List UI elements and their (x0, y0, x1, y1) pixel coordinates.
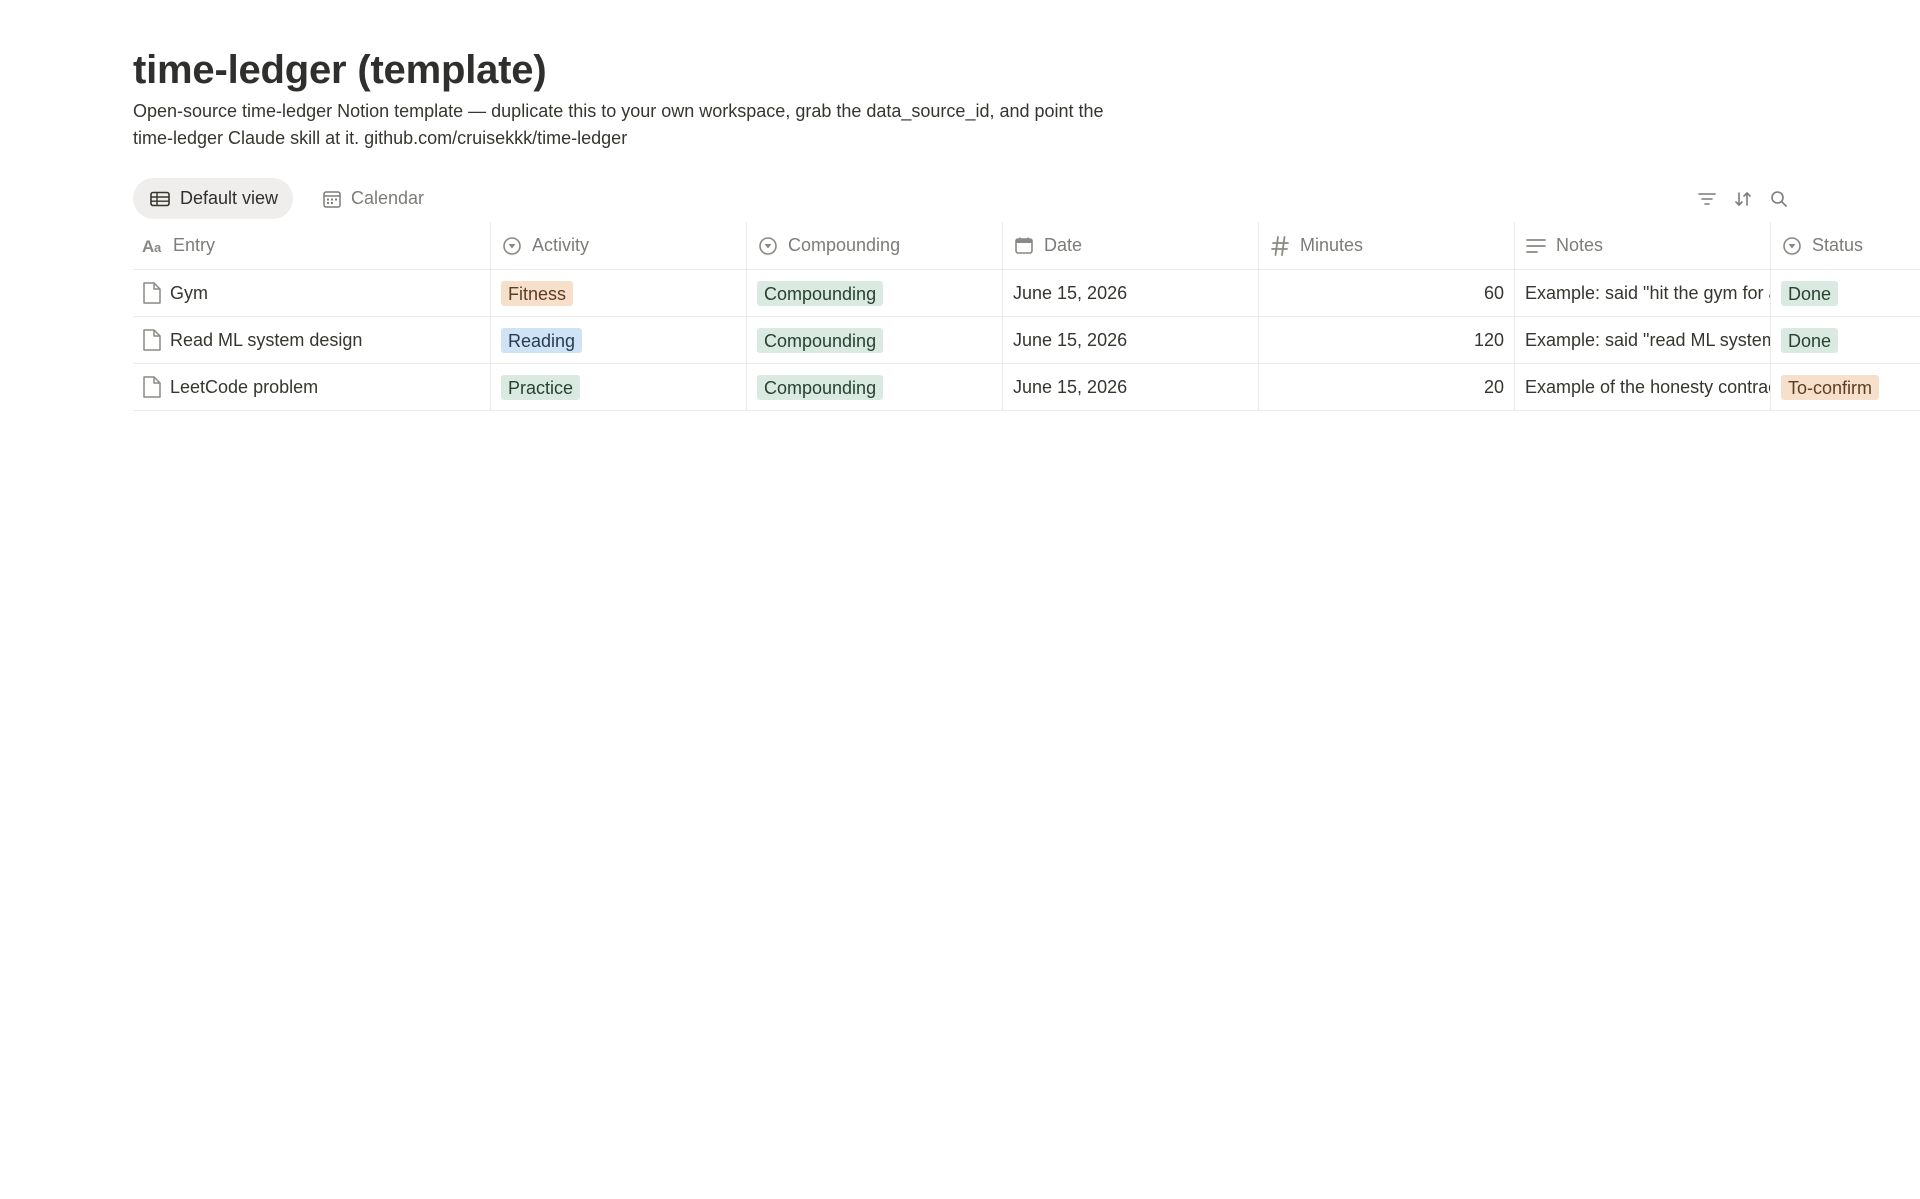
compounding-cell[interactable]: Compounding (747, 270, 1003, 316)
tab-default-view[interactable]: Default view (133, 178, 294, 219)
minutes-cell[interactable]: 20 (1259, 364, 1515, 410)
notes-cell[interactable]: Example: said "read ML system (1515, 317, 1771, 363)
status-tag: To-confirm (1781, 374, 1880, 400)
sort-icon[interactable] (1732, 188, 1754, 210)
column-header-compounding[interactable]: Compounding (747, 222, 1003, 269)
date-cell[interactable]: June 15, 2026 (1003, 317, 1259, 363)
minutes-cell[interactable]: 60 (1259, 270, 1515, 316)
page-description[interactable]: Open-source time-ledger Notion template … (133, 98, 1133, 152)
column-header-activity[interactable]: Activity (491, 222, 747, 269)
activity-tag: Practice (501, 374, 581, 400)
compounding-cell[interactable]: Compounding (747, 317, 1003, 363)
column-header-label: Status (1812, 235, 1864, 255)
minutes-cell[interactable]: 120 (1259, 317, 1515, 363)
compounding-tag: Compounding (757, 327, 884, 353)
column-header-date[interactable]: Date (1003, 222, 1259, 269)
tab-default-view-label: Default view (180, 188, 279, 208)
minutes-value: 60 (1483, 282, 1504, 303)
calendar-icon (1013, 237, 1035, 255)
date-value: June 15, 2026 (1013, 329, 1128, 350)
status-tag: Done (1781, 280, 1839, 306)
date-value: June 15, 2026 (1013, 282, 1128, 303)
tab-calendar-label: Calendar (351, 188, 425, 208)
select-icon (1781, 236, 1803, 255)
entry-title: Gym (170, 282, 208, 303)
table-row[interactable]: Gym Fitness Compounding June 15, 2026 60… (133, 270, 1920, 317)
tab-calendar[interactable]: Calendar (311, 178, 436, 219)
date-cell[interactable]: June 15, 2026 (1003, 270, 1259, 316)
entry-cell[interactable]: Read ML system design (133, 317, 491, 363)
filter-icon[interactable] (1696, 188, 1718, 210)
column-header-label: Minutes (1300, 235, 1364, 255)
database-table: A a Entry Activity Compounding Date Minu… (133, 222, 1920, 411)
status-cell[interactable]: Done (1771, 317, 1920, 363)
entry-cell[interactable]: LeetCode problem (133, 364, 491, 410)
column-header-label: Notes (1556, 235, 1604, 255)
table-header: A a Entry Activity Compounding Date Minu… (133, 222, 1920, 270)
column-header-minutes[interactable]: Minutes (1259, 222, 1515, 269)
status-cell[interactable]: Done (1771, 270, 1920, 316)
title-icon: A a (142, 238, 164, 254)
column-header-label: Activity (532, 235, 590, 255)
date-value: June 15, 2026 (1013, 376, 1128, 397)
activity-cell[interactable]: Fitness (491, 270, 747, 316)
page-icon (142, 328, 162, 352)
notes-value: Example: said "read ML system (1525, 329, 1771, 350)
database-toolbar (1696, 178, 1790, 219)
column-header-label: Entry (173, 235, 216, 255)
number-icon (1269, 235, 1291, 256)
svg-text:A: A (142, 238, 154, 254)
compounding-cell[interactable]: Compounding (747, 364, 1003, 410)
compounding-tag: Compounding (757, 374, 884, 400)
minutes-value: 20 (1483, 376, 1504, 397)
page-icon (142, 375, 162, 399)
minutes-value: 120 (1473, 329, 1504, 350)
entry-title: Read ML system design (170, 329, 363, 350)
column-header-notes[interactable]: Notes (1515, 222, 1771, 269)
notes-cell[interactable]: Example of the honesty contrac (1515, 364, 1771, 410)
page: time-ledger (template) Open-source time-… (133, 0, 1920, 1199)
notes-value: Example of the honesty contrac (1525, 376, 1771, 397)
text-icon (1525, 238, 1547, 254)
svg-text:a: a (154, 240, 162, 254)
status-cell[interactable]: To-confirm (1771, 364, 1920, 410)
select-icon (501, 236, 523, 255)
activity-cell[interactable]: Reading (491, 317, 747, 363)
view-bar: Default view Calendar (133, 178, 1920, 219)
date-cell[interactable]: June 15, 2026 (1003, 364, 1259, 410)
entry-cell[interactable]: Gym (133, 270, 491, 316)
notes-value: Example: said "hit the gym for a (1525, 282, 1771, 303)
notes-cell[interactable]: Example: said "hit the gym for a (1515, 270, 1771, 316)
page-icon (142, 281, 162, 305)
column-header-status[interactable]: Status (1771, 222, 1920, 269)
column-header-label: Compounding (788, 235, 901, 255)
table-icon (150, 191, 170, 207)
table-row[interactable]: LeetCode problem Practice Compounding Ju… (133, 364, 1920, 411)
column-header-label: Date (1044, 235, 1083, 255)
calendar-icon (323, 190, 341, 208)
column-header-entry[interactable]: A a Entry (133, 222, 491, 269)
page-title[interactable]: time-ledger (template) (133, 44, 547, 96)
table-row[interactable]: Read ML system design Reading Compoundin… (133, 317, 1920, 364)
select-icon (757, 236, 779, 255)
entry-title: LeetCode problem (170, 376, 319, 397)
activity-tag: Fitness (501, 280, 574, 306)
search-icon[interactable] (1768, 188, 1790, 210)
compounding-tag: Compounding (757, 280, 884, 306)
status-tag: Done (1781, 327, 1839, 353)
activity-tag: Reading (501, 327, 583, 353)
activity-cell[interactable]: Practice (491, 364, 747, 410)
